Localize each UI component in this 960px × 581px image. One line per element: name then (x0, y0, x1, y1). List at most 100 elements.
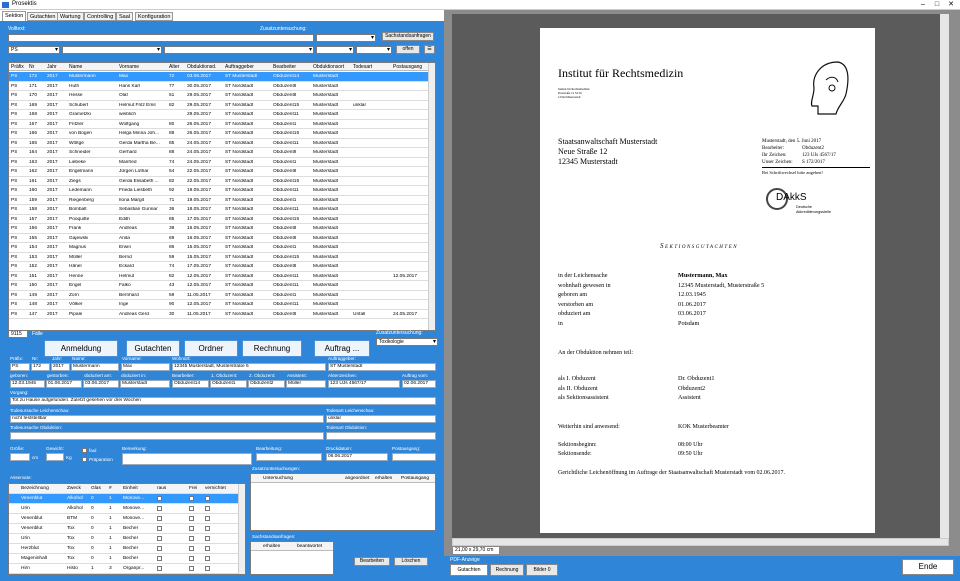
table-row[interactable]: PS 157 2017 Pooquitte Edith 85 17.05.2017 ST No… (9, 215, 429, 224)
asservat-checkbox[interactable] (189, 516, 194, 521)
asservat-row[interactable]: Mageninhalt Tox 0 1 Becher (9, 554, 239, 564)
table-row[interactable]: PS 166 2017 von Bogen Helga Minna Joh... 88 26… (9, 129, 429, 139)
col-header[interactable]: Obduktionsd. (187, 64, 216, 70)
anmeldung-button[interactable]: Anmeldung (44, 340, 118, 357)
table-row[interactable]: PS 167 2017 Fritzler Wolfgang 80 26.05.2017 ST … (9, 120, 429, 129)
auftraggeber-field[interactable]: ST Musterstadt (328, 363, 436, 371)
table-row[interactable]: PS 165 2017 Wöltge Gerda Martha Be... 85 24.05… (9, 139, 429, 148)
tab-controlling[interactable]: Controlling (84, 12, 117, 21)
table-row[interactable]: PS 159 2017 Riegenberg Ilona Margit 71 19.05.2… (9, 196, 429, 205)
asservat-checkbox[interactable] (205, 526, 210, 531)
table-row[interactable]: PS 151 2017 Henne Helmut 82 12.05.2017 ST Nords… (9, 272, 429, 281)
asservat-checkbox[interactable] (189, 536, 194, 541)
geboren-field[interactable]: 12.03.1945 (10, 380, 45, 388)
bearbeiten-button[interactable]: Bearbeiten (354, 557, 390, 566)
clear-filter-button[interactable]: ☰ (424, 45, 435, 54)
asservat-checkbox[interactable] (189, 496, 194, 501)
filter-select-5[interactable] (356, 46, 392, 54)
col-header[interactable]: Bearbeiter (273, 64, 296, 70)
col-header[interactable]: Obduktionsort (313, 64, 344, 70)
vorname-field[interactable]: Max (121, 363, 170, 371)
vorgang-field[interactable]: Tot zu Hause aufgefunden. Zuletzt gesehe… (10, 397, 436, 405)
tab-konfiguration[interactable]: Konfiguration (135, 12, 174, 21)
asservat-checkbox[interactable] (205, 506, 210, 511)
table-row[interactable]: PS 152 2017 Hänel Eckard 74 17.05.2017 ST Nords… (9, 262, 429, 272)
gewicht-field[interactable] (46, 453, 64, 461)
col-header[interactable]: beantwortet (297, 544, 322, 549)
table-row[interactable]: PS 150 2017 Engel Falko 43 12.05.2017 ST Nordst… (9, 281, 429, 291)
table-row[interactable]: PS 147 2017 Pipale Andreas Gerd 30 11.05.2017 S… (9, 310, 429, 319)
filter-select-4[interactable] (316, 46, 354, 54)
table-row[interactable]: PS 148 2017 Völker Inge 90 12.05.2017 ST Nordst… (9, 300, 429, 310)
pdf-vertical-scrollbar[interactable] (940, 14, 949, 538)
bearbeiter-field[interactable]: Obduzent14 (172, 380, 209, 388)
groesse-field[interactable] (10, 453, 30, 461)
ende-button[interactable]: Ende (902, 559, 954, 575)
table-row[interactable]: PS 155 2017 Gajewski Anita 69 16.05.2017 ST Nor… (9, 234, 429, 243)
table-row[interactable]: PS 163 2017 Liebeke Manfred 74 24.05.2017 ST No… (9, 158, 429, 167)
bemerkung-field[interactable] (122, 453, 252, 465)
col-header[interactable]: angeordnet (345, 476, 369, 481)
ta-field[interactable]: unklar (326, 415, 436, 423)
col-header[interactable]: vernichtet (205, 486, 226, 491)
col-header[interactable]: Bezeichnung (21, 486, 49, 491)
obduziert-am-field[interactable]: 03.06.2017 (83, 380, 119, 388)
asservat-row[interactable]: Venenblut Tox 0 1 Becher (9, 524, 239, 534)
filter-select-2[interactable] (62, 46, 162, 54)
zusatz-filter-select[interactable] (316, 34, 376, 42)
table-row[interactable]: PS 171 2017 Huth Hans Karl 77 30.05.2017 ST Nor… (9, 82, 429, 91)
asservat-checkbox[interactable] (205, 546, 210, 551)
table-row[interactable]: PS 164 2017 Schneider Gerhard 88 24.05.2017 ST … (9, 148, 429, 158)
table-row[interactable]: PS 169 2017 Schubert Helmut Fritz Emil 82 29.0… (9, 101, 429, 110)
obduzent2-field[interactable]: Obduzent2 (248, 380, 285, 388)
obduzent1-field[interactable]: Obduzent1 (210, 380, 247, 388)
col-header[interactable]: Einheit (123, 486, 138, 491)
tab-gutachten[interactable]: Gutachten (27, 12, 59, 21)
asservat-row[interactable]: Urin Alkohol 0 1 Monove... (9, 504, 239, 514)
loeschen-button[interactable]: Löschen (394, 557, 428, 566)
asservat-checkbox[interactable] (189, 506, 194, 511)
gutachten-button[interactable]: Gutachten (126, 340, 180, 357)
minimize-button[interactable]: – (916, 0, 930, 9)
pdf-tab-rechnung[interactable]: Rechnung (490, 564, 524, 576)
asservat-row[interactable]: Venenblut Alkohol 0 1 Monove... (9, 494, 239, 504)
praefix-field[interactable]: PS (10, 363, 30, 371)
prefix-select[interactable]: PS (8, 46, 60, 54)
tab-wartung[interactable]: Wartung (57, 12, 84, 21)
col-header[interactable]: Glas (91, 486, 101, 491)
col-header[interactable]: Postausgang (393, 64, 422, 70)
table-row[interactable]: PS 156 2017 Frank Andreas 39 16.05.2017 ST Nord… (9, 224, 429, 234)
sachstand-button[interactable]: Sachstandsanfragen (382, 32, 434, 41)
table-row[interactable]: PS 149 2017 Zorn Bernhard 59 11.05.2017 ST Nord… (9, 291, 429, 300)
jahr-field[interactable]: 2017 (51, 363, 70, 371)
druckdatum-field[interactable]: 06.06.2017 (326, 453, 388, 461)
asservat-checkbox[interactable] (157, 496, 162, 501)
table-row[interactable]: PS 154 2017 Magnus Erwin 86 15.05.2017 ST Nords… (9, 243, 429, 253)
table-row[interactable]: PS 170 2017 Hesse Olaf 51 29.05.2017 ST Nordsta… (9, 91, 429, 101)
tu-field[interactable]: nicht feststellbar (10, 415, 324, 423)
col-header[interactable]: Alter (169, 64, 179, 70)
offen-button[interactable]: offen (396, 45, 420, 54)
rechnung-button[interactable]: Rechnung (242, 340, 302, 357)
col-header[interactable]: Postausgang (401, 476, 429, 481)
zusatz-select[interactable]: Toxikologie (376, 338, 438, 346)
asservat-checkbox[interactable] (189, 546, 194, 551)
asservat-checkbox[interactable] (189, 526, 194, 531)
asservat-row[interactable]: Venenblut BTM 0 1 Monove... (9, 514, 239, 524)
assistent-field[interactable]: Müller (286, 380, 326, 388)
filter-select-3[interactable] (164, 46, 314, 54)
asservate-scrollbar[interactable] (238, 484, 245, 574)
asservat-checkbox[interactable] (205, 556, 210, 561)
table-row[interactable]: PS 168 2017 Grametzki weiblich 29.05.2017 ST N… (9, 110, 429, 120)
praeparation-checkbox[interactable] (82, 457, 87, 462)
asservat-checkbox[interactable] (157, 516, 162, 521)
grid-scrollbar[interactable] (428, 63, 435, 330)
asservat-checkbox[interactable] (189, 566, 194, 571)
col-header[interactable]: Name (69, 64, 82, 70)
asservat-checkbox[interactable] (205, 566, 210, 571)
auftrag-vom-field[interactable]: 02.06.2017 (402, 380, 436, 388)
maximize-button[interactable]: □ (930, 0, 944, 9)
faul-checkbox[interactable] (82, 448, 87, 453)
aktenzeichen-field[interactable]: 123 UJs 4567/17 (328, 380, 400, 388)
pdf-tab-bilder[interactable]: Bilder 0 (526, 564, 558, 576)
